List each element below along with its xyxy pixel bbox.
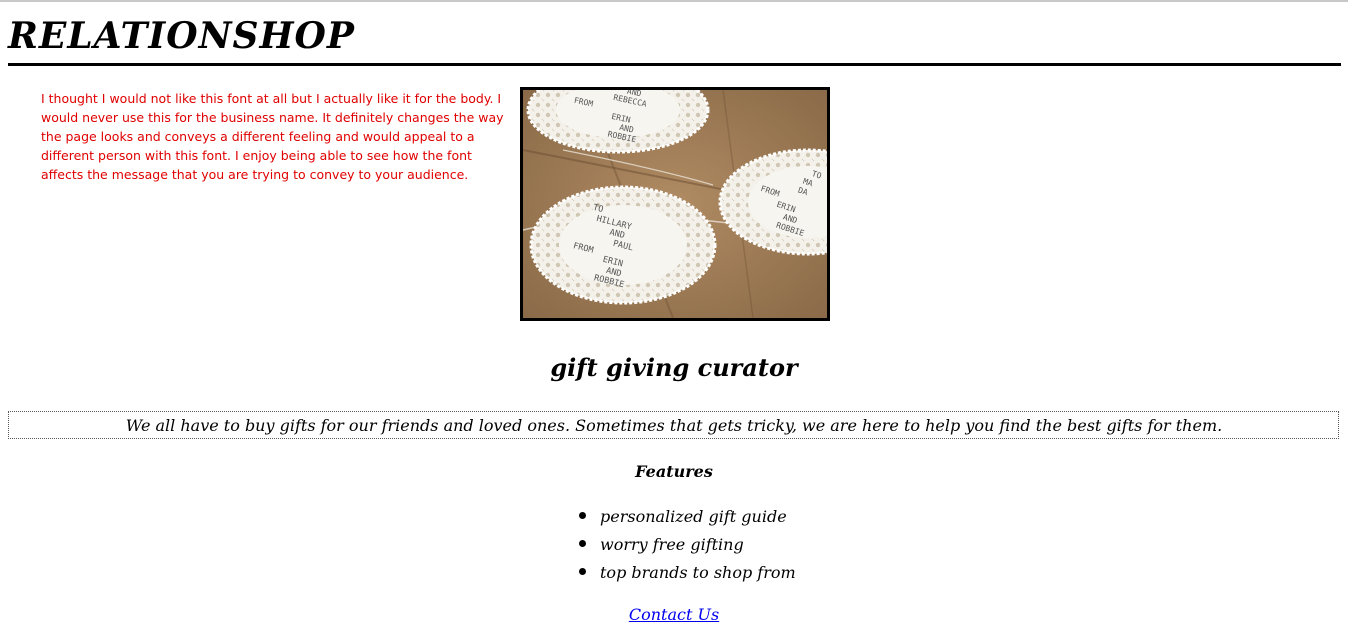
gift-wrap-photo: AND REBECCA FROM ERIN AND ROBBIE TO HILL… — [520, 87, 830, 321]
gift-wrap-illustration: AND REBECCA FROM ERIN AND ROBBIE TO HILL… — [523, 90, 827, 318]
list-item: personalized gift guide — [578, 504, 796, 532]
bullet-icon — [579, 540, 586, 547]
feature-label: top brands to shop from — [600, 563, 796, 582]
bullet-icon — [579, 568, 586, 575]
intro-paragraph: I thought I would not like this font at … — [41, 91, 504, 182]
contact-us-link[interactable]: Contact Us — [629, 605, 719, 624]
tagline-heading: gift giving curator — [550, 353, 798, 382]
bullet-icon — [579, 512, 586, 519]
list-item: worry free gifting — [578, 532, 796, 560]
feature-label: worry free gifting — [600, 535, 744, 554]
feature-label: personalized gift guide — [600, 507, 787, 526]
contact-section: Contact Us — [0, 603, 1348, 627]
browser-top-border — [0, 0, 1348, 2]
site-title: RELATIONSHOP — [8, 15, 355, 57]
features-list: personalized gift guide worry free gifti… — [578, 504, 796, 588]
list-item: top brands to shop from — [578, 560, 796, 588]
features-heading: Features — [635, 462, 713, 481]
title-divider — [8, 63, 1341, 66]
description-text: We all have to buy gifts for our friends… — [125, 416, 1223, 435]
gift-tag-center: TO HILLARY AND PAUL FROM ERIN AND ROBBIE — [529, 185, 717, 305]
